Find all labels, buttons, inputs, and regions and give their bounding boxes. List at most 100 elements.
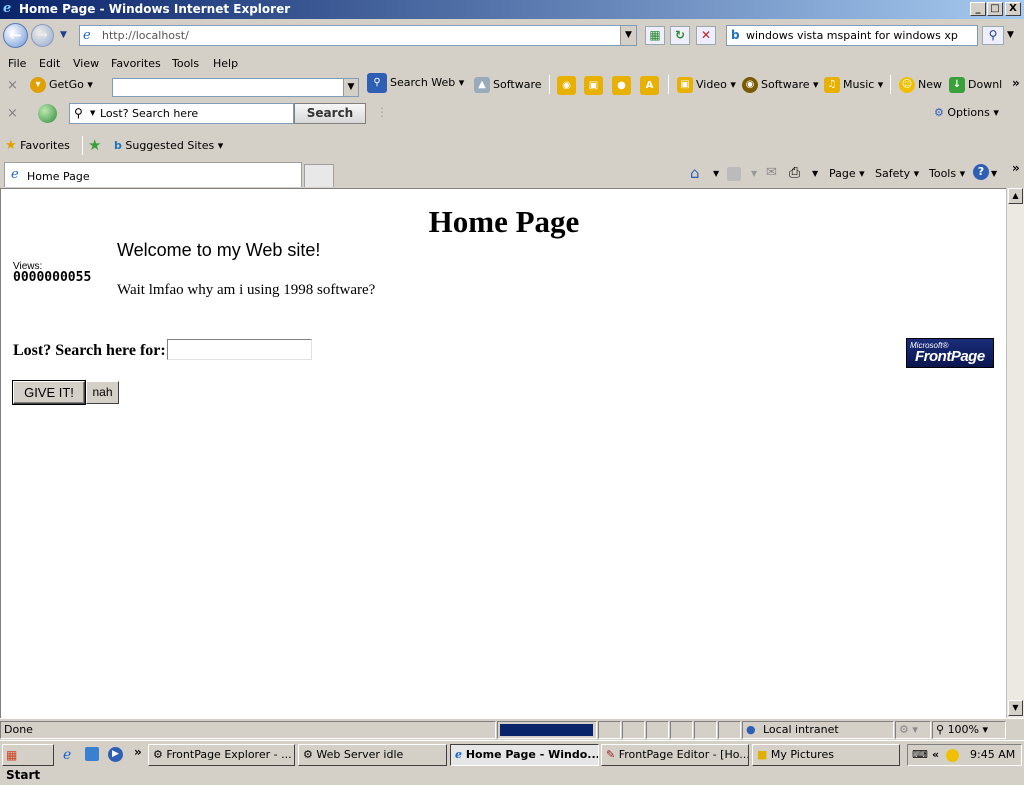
recent-pages-dropdown-icon[interactable]: ▼ <box>60 30 67 40</box>
page-icon: e <box>83 28 91 43</box>
home-dropdown-icon[interactable]: ▼ <box>713 169 719 178</box>
tools-menu[interactable]: Tools ▾ <box>929 167 965 180</box>
earth-icon[interactable] <box>38 104 57 123</box>
download-link[interactable]: ↓ Downl <box>949 77 1002 93</box>
music-menu[interactable]: ♫ Music ▾ <box>824 77 883 93</box>
scroll-up-arrow-icon[interactable]: ▲ <box>1008 188 1023 204</box>
software-menu[interactable]: ◉ Software ▾ <box>742 77 819 93</box>
chevron-right-icon[interactable]: » <box>134 745 142 759</box>
title-bar: e Home Page - Windows Internet Explorer … <box>0 0 1024 19</box>
media-player-icon[interactable]: ▶ <box>108 747 123 762</box>
print-icon[interactable]: ⎙ <box>789 165 800 181</box>
menu-edit[interactable]: Edit <box>39 57 60 70</box>
gear-icon: ⚙ <box>934 106 944 119</box>
ie-icon: e <box>455 748 462 761</box>
globe-icon[interactable]: ● <box>612 76 631 95</box>
taskbar-item-my-pictures[interactable]: ■ My Pictures <box>752 744 900 766</box>
taskbar-item-home-page[interactable]: e Home Page - Windo... <box>450 744 599 766</box>
menu-tools[interactable]: Tools <box>172 57 199 70</box>
start-button[interactable]: ▦ Start <box>2 744 54 782</box>
translate-icon[interactable]: A <box>640 76 659 95</box>
ie-quicklaunch-icon[interactable]: e <box>63 747 71 763</box>
new-link[interactable]: ☺ New <box>899 77 942 93</box>
mail-icon[interactable]: ✉ <box>766 165 777 180</box>
magnifier-icon: ⚲ <box>367 73 387 93</box>
desktop-quicklaunch-icon[interactable] <box>85 747 99 761</box>
status-text: Done <box>0 721 496 739</box>
favorites-button[interactable]: ★ Favorites <box>5 138 70 153</box>
safety-menu[interactable]: Safety ▾ <box>875 167 919 180</box>
help-dropdown-icon[interactable]: ▼ <box>991 169 997 178</box>
software-link[interactable]: ▲ Software <box>474 77 542 93</box>
search-magnifier-icon[interactable]: ⚲ <box>982 26 1004 45</box>
hit-counter: 0000000055 <box>13 270 92 285</box>
print-dropdown-icon[interactable]: ▼ <box>812 169 818 178</box>
forward-arrow-icon[interactable]: → <box>31 24 54 47</box>
suggested-sites-button[interactable]: b Suggested Sites ▾ <box>114 139 223 152</box>
taskbar-item-frontpage-explorer[interactable]: ⚙ FrontPage Explorer - ... <box>148 744 295 766</box>
page-search-input[interactable] <box>167 339 312 360</box>
logo-line-2: FrontPage <box>915 348 985 365</box>
system-tray: ⌨ « 9:45 AM <box>907 744 1022 766</box>
menu-favorites[interactable]: Favorites <box>111 57 161 70</box>
video-menu[interactable]: ▣ Video ▾ <box>677 77 736 93</box>
tab-row: e Home Page ⌂ ▼ ▼ ✉ ⎙ ▼ Page ▾ Safety ▾ … <box>0 160 1024 188</box>
home-icon[interactable]: ⌂ <box>690 164 700 182</box>
show-hidden-icons[interactable]: « <box>932 745 939 765</box>
submit-button[interactable]: GIVE IT! <box>13 381 85 404</box>
compatibility-view-icon[interactable]: ▦ <box>645 26 665 45</box>
page-menu[interactable]: Page ▾ <box>829 167 865 180</box>
separator <box>82 136 83 155</box>
feeds-dropdown-icon[interactable]: ▼ <box>751 169 757 178</box>
add-favorite-icon[interactable]: ★ <box>88 136 101 154</box>
zoom-control[interactable]: ⚲ 100% ▾ <box>932 721 1006 739</box>
keyboard-icon[interactable]: ⌨ <box>912 745 928 765</box>
reset-button[interactable]: nah <box>86 381 119 404</box>
new-tab-button[interactable] <box>304 164 334 187</box>
close-button[interactable]: X <box>1005 2 1021 16</box>
tab-home-page[interactable]: e Home Page <box>4 162 302 187</box>
maximize-button[interactable]: □ <box>987 2 1003 16</box>
frontpage-logo[interactable]: Microsoft® FrontPage <box>906 338 994 368</box>
refresh-icon[interactable]: ↻ <box>670 26 690 45</box>
scroll-down-arrow-icon[interactable]: ▼ <box>1008 700 1023 716</box>
magnifier-icon: ⚲ <box>74 106 83 120</box>
menu-view[interactable]: View <box>73 57 99 70</box>
back-arrow-icon[interactable]: ← <box>3 23 28 48</box>
minimize-button[interactable]: _ <box>970 2 986 16</box>
search-field[interactable]: b windows vista mspaint for windows xp <box>726 25 978 46</box>
getgo-button[interactable]: ▾ GetGo ▾ <box>30 77 93 93</box>
options-menu[interactable]: ⚙ Options ▾ <box>934 106 999 119</box>
search-options-dropdown-icon[interactable]: ▼ <box>1007 30 1014 40</box>
menu-help[interactable]: Help <box>213 57 238 70</box>
close-toolbar-icon[interactable]: × <box>7 106 18 121</box>
folder-icon: ■ <box>757 748 768 761</box>
taskbar-item-web-server[interactable]: ⚙ Web Server idle <box>298 744 447 766</box>
toolbar-search-button[interactable]: Search <box>294 103 366 124</box>
bing-icon: b <box>114 139 122 152</box>
chevron-right-icon[interactable]: » <box>1012 161 1020 175</box>
getgo-dropdown-icon[interactable]: ▼ <box>343 79 358 96</box>
protected-mode[interactable]: ⚙ ▾ <box>895 721 931 739</box>
chevron-right-icon[interactable]: » <box>1012 76 1020 90</box>
feeds-icon[interactable] <box>727 167 741 181</box>
stop-icon[interactable]: ✕ <box>696 26 716 45</box>
help-icon[interactable]: ? <box>973 164 989 180</box>
toolbar-search-input[interactable]: ⚲ ▼ Lost? Search here <box>69 103 294 124</box>
search-web-button[interactable]: ⚲ Search Web ▾ <box>367 73 464 93</box>
search-provider-dropdown-icon[interactable]: ▼ <box>90 109 95 117</box>
disc-icon: ◉ <box>742 77 758 93</box>
security-zone[interactable]: ● Local intranet <box>742 721 894 739</box>
welcome-heading: Welcome to my Web site! <box>117 240 321 260</box>
vertical-scrollbar[interactable]: ▲ ▼ <box>1006 188 1024 718</box>
tray-app-icon[interactable] <box>946 749 959 762</box>
address-field[interactable]: e http://localhost/ ▼ <box>79 25 637 46</box>
menu-file[interactable]: File <box>8 57 26 70</box>
getgo-search-input[interactable]: ▼ <box>112 78 359 97</box>
camera-icon[interactable]: ▣ <box>584 76 603 95</box>
close-toolbar-icon[interactable]: × <box>7 78 18 93</box>
taskbar-item-frontpage-editor[interactable]: ✎ FrontPage Editor - [Ho... <box>601 744 749 766</box>
address-dropdown-icon[interactable]: ▼ <box>620 26 636 45</box>
separator <box>549 75 550 94</box>
rss-icon[interactable]: ◉ <box>557 76 576 95</box>
